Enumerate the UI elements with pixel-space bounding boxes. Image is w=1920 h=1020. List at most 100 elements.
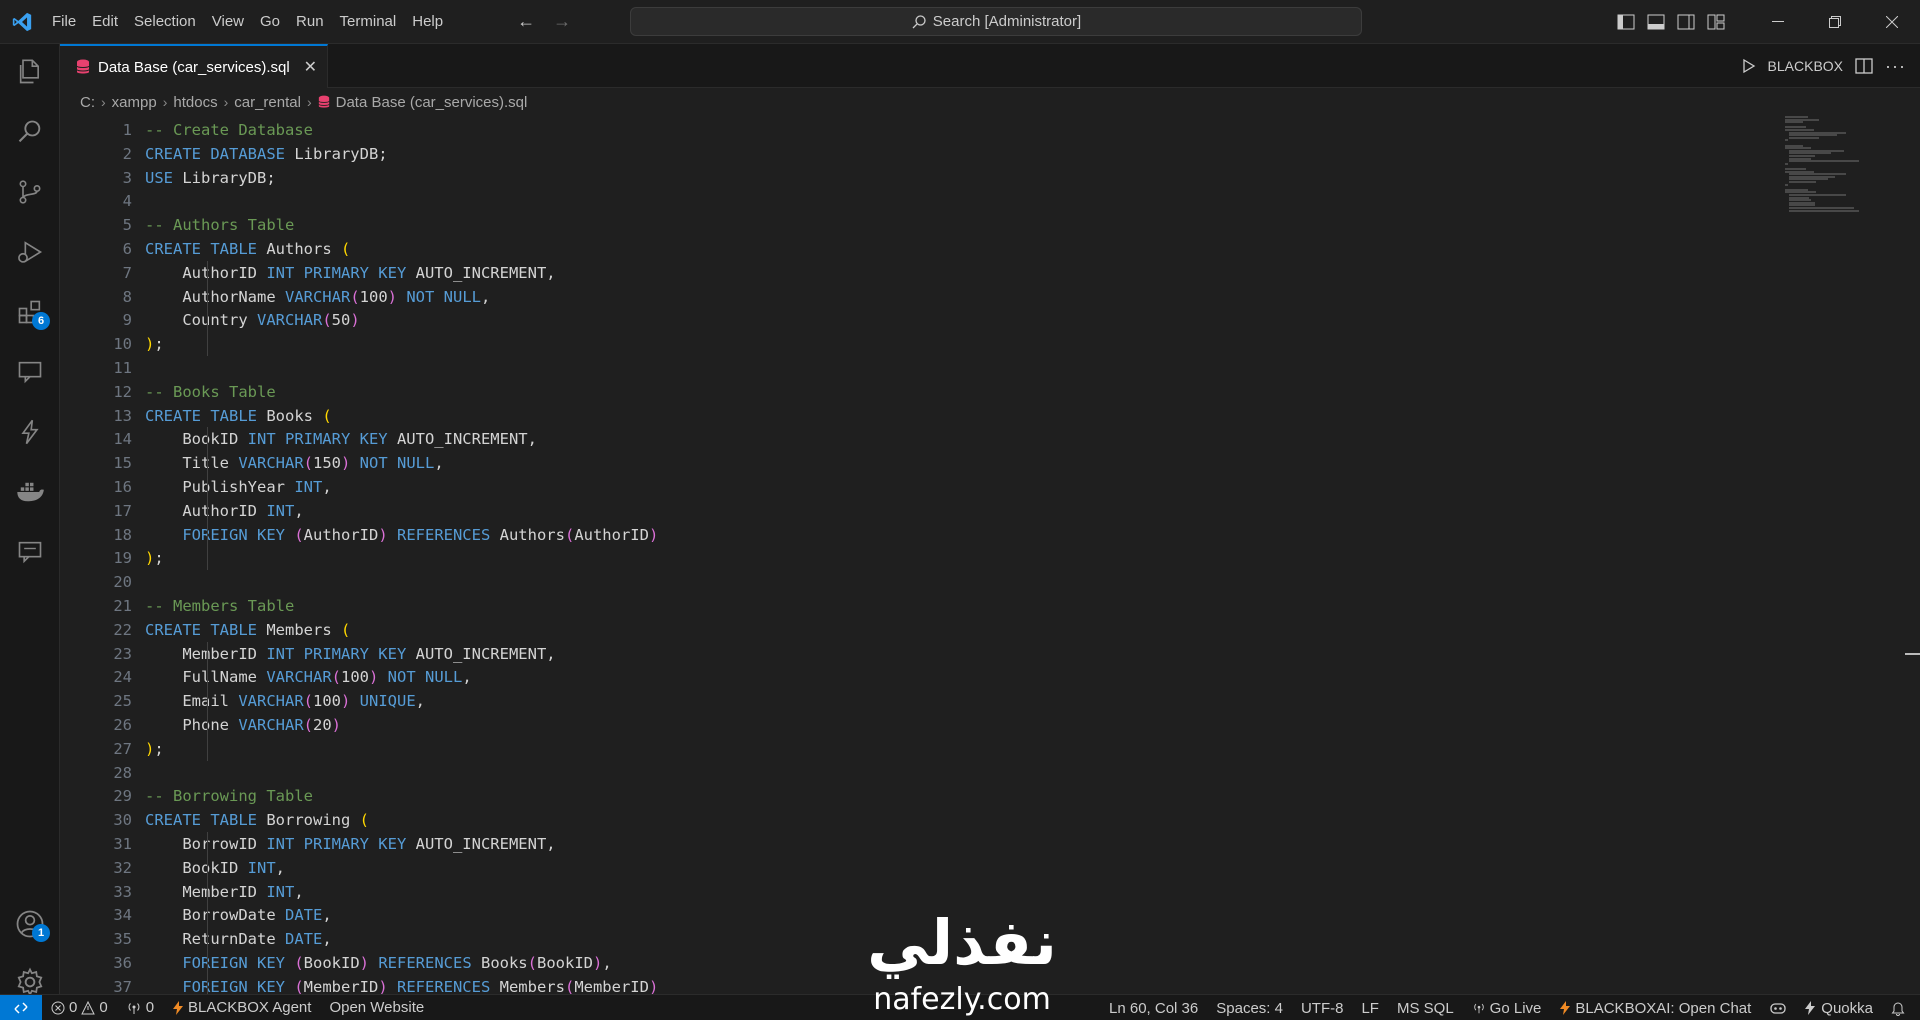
accounts-icon[interactable]: 1 xyxy=(0,900,60,948)
language-mode[interactable]: MS SQL xyxy=(1388,1000,1463,1017)
minimap[interactable] xyxy=(1785,116,1865,236)
cursor-position[interactable]: Ln 60, Col 36 xyxy=(1100,1000,1207,1017)
code-text: Phone VARCHAR(20) xyxy=(145,713,341,737)
code-line[interactable]: 28 xyxy=(60,761,1760,785)
chat-icon[interactable] xyxy=(0,528,60,576)
ports-indicator[interactable]: 0 xyxy=(117,999,163,1016)
code-line[interactable]: 6 CREATE TABLE Authors ( xyxy=(60,237,1760,261)
code-line[interactable]: 27); xyxy=(60,737,1760,761)
source-control-icon[interactable] xyxy=(0,168,60,216)
notifications-bell-icon[interactable] xyxy=(1882,1001,1914,1016)
code-line[interactable]: 8 AuthorName VARCHAR(100) NOT NULL, xyxy=(60,285,1760,309)
code-line[interactable]: 10); xyxy=(60,332,1760,356)
menu-go[interactable]: Go xyxy=(252,7,288,37)
breadcrumb-car-rental[interactable]: car_rental xyxy=(234,94,301,111)
menu-file[interactable]: File xyxy=(44,7,84,37)
code-line[interactable]: 11 xyxy=(60,356,1760,380)
remote-explorer-icon[interactable] xyxy=(0,348,60,396)
run-play-icon[interactable] xyxy=(1742,58,1756,74)
code-line[interactable]: 23 MemberID INT PRIMARY KEY AUTO_INCREME… xyxy=(60,642,1760,666)
code-line[interactable]: 19); xyxy=(60,546,1760,570)
code-line[interactable]: 7 AuthorID INT PRIMARY KEY AUTO_INCREMEN… xyxy=(60,261,1760,285)
code-token: REFERENCES xyxy=(387,525,500,544)
code-token: AuthorID xyxy=(574,525,649,544)
toggle-panel-icon[interactable] xyxy=(1641,7,1671,37)
more-actions-icon[interactable]: ··· xyxy=(1885,56,1906,77)
code-line[interactable]: 32 BookID INT, xyxy=(60,856,1760,880)
code-line[interactable]: 25 Email VARCHAR(100) UNIQUE, xyxy=(60,689,1760,713)
menu-run[interactable]: Run xyxy=(288,7,332,37)
code-line[interactable]: 26 Phone VARCHAR(20) xyxy=(60,713,1760,737)
tab-data-base-sql[interactable]: Data Base (car_services).sql ✕ xyxy=(60,44,328,88)
code-line[interactable]: 21 -- Members Table xyxy=(60,594,1760,618)
copilot-icon[interactable] xyxy=(1760,1001,1796,1015)
lightning-icon[interactable] xyxy=(0,408,60,456)
code-line[interactable]: 24 FullName VARCHAR(100) NOT NULL, xyxy=(60,665,1760,689)
menu-help[interactable]: Help xyxy=(404,7,451,37)
blackbox-open-chat[interactable]: BLACKBOXAI: Open Chat xyxy=(1550,1000,1760,1017)
code-line[interactable]: 18 FOREIGN KEY (AuthorID) REFERENCES Aut… xyxy=(60,523,1760,547)
open-website[interactable]: Open Website xyxy=(320,999,433,1016)
code-line[interactable]: 5 -- Authors Table xyxy=(60,213,1760,237)
go-live[interactable]: Go Live xyxy=(1463,1000,1551,1017)
problems-indicator[interactable]: 0 0 xyxy=(42,999,117,1016)
code-line[interactable]: 4 xyxy=(60,189,1760,213)
code-line[interactable]: 17 AuthorID INT, xyxy=(60,499,1760,523)
code-line[interactable]: 15 Title VARCHAR(150) NOT NULL, xyxy=(60,451,1760,475)
command-center-search[interactable]: Search [Administrator] xyxy=(630,7,1362,36)
extensions-icon[interactable]: 6 xyxy=(0,288,60,336)
code-line[interactable]: 1 -- Create Database xyxy=(60,118,1760,142)
code-token: PublishYear xyxy=(145,478,295,496)
breadcrumb-file[interactable]: Data Base (car_services).sql xyxy=(336,94,528,111)
blackbox-agent[interactable]: BLACKBOX Agent xyxy=(163,999,320,1016)
quokka[interactable]: Quokka xyxy=(1796,1000,1882,1017)
code-line[interactable]: 36 FOREIGN KEY (BookID) REFERENCES Books… xyxy=(60,951,1760,975)
breadcrumb-drive[interactable]: C: xyxy=(80,94,95,111)
code-line[interactable]: 20 xyxy=(60,570,1760,594)
end-of-line[interactable]: LF xyxy=(1352,1000,1388,1017)
close-window-icon[interactable] xyxy=(1863,0,1920,44)
minimize-icon[interactable] xyxy=(1749,0,1806,44)
code-line[interactable]: 12 -- Books Table xyxy=(60,380,1760,404)
docker-icon[interactable] xyxy=(0,468,60,516)
remote-indicator-icon[interactable] xyxy=(0,994,42,1020)
toggle-secondary-sidebar-icon[interactable] xyxy=(1671,7,1701,37)
breadcrumb-htdocs[interactable]: htdocs xyxy=(173,94,217,111)
code-line[interactable]: 34 BorrowDate DATE, xyxy=(60,903,1760,927)
menu-terminal[interactable]: Terminal xyxy=(332,7,405,37)
run-debug-icon[interactable] xyxy=(0,228,60,276)
code-line[interactable]: 22 CREATE TABLE Members ( xyxy=(60,618,1760,642)
code-editor[interactable]: 1 -- Create Database 2 CREATE DATABASE Libr… xyxy=(60,116,1920,1020)
forward-arrow-icon[interactable]: → xyxy=(553,11,571,32)
back-arrow-icon[interactable]: ← xyxy=(517,11,535,32)
menu-view[interactable]: View xyxy=(204,7,252,37)
menu-edit[interactable]: Edit xyxy=(84,7,126,37)
code-token: ) xyxy=(341,454,351,473)
split-editor-icon[interactable] xyxy=(1855,58,1873,74)
encoding[interactable]: UTF-8 xyxy=(1292,1000,1353,1017)
code-line[interactable]: 30 CREATE TABLE Borrowing ( xyxy=(60,808,1760,832)
code-line[interactable]: 33 MemberID INT, xyxy=(60,880,1760,904)
code-line[interactable]: 29 -- Borrowing Table xyxy=(60,784,1760,808)
code-token: INT PRIMARY KEY xyxy=(266,644,416,663)
code-line[interactable]: 13 CREATE TABLE Books ( xyxy=(60,404,1760,428)
menu-selection[interactable]: Selection xyxy=(126,7,204,37)
code-line[interactable]: 31 BorrowID INT PRIMARY KEY AUTO_INCREME… xyxy=(60,832,1760,856)
code-text: ); xyxy=(145,546,164,570)
code-line[interactable]: 35 ReturnDate DATE, xyxy=(60,927,1760,951)
toggle-primary-sidebar-icon[interactable] xyxy=(1611,7,1641,37)
explorer-icon[interactable] xyxy=(0,48,60,96)
code-line[interactable]: 2 CREATE DATABASE LibraryDB; xyxy=(60,142,1760,166)
blackbox-action[interactable]: BLACKBOX xyxy=(1768,58,1843,74)
customize-layout-icon[interactable] xyxy=(1701,7,1731,37)
code-line[interactable]: 14 BookID INT PRIMARY KEY AUTO_INCREMENT… xyxy=(60,427,1760,451)
indentation[interactable]: Spaces: 4 xyxy=(1207,1000,1292,1017)
search-view-icon[interactable] xyxy=(0,108,60,156)
breadcrumb-xampp[interactable]: xampp xyxy=(112,94,157,111)
code-line[interactable]: 16 PublishYear INT, xyxy=(60,475,1760,499)
close-tab-icon[interactable]: ✕ xyxy=(304,57,317,77)
restore-icon[interactable] xyxy=(1806,0,1863,44)
line-number: 33 xyxy=(113,882,132,901)
code-line[interactable]: 9 Country VARCHAR(50) xyxy=(60,308,1760,332)
code-line[interactable]: 3 USE LibraryDB; xyxy=(60,166,1760,190)
